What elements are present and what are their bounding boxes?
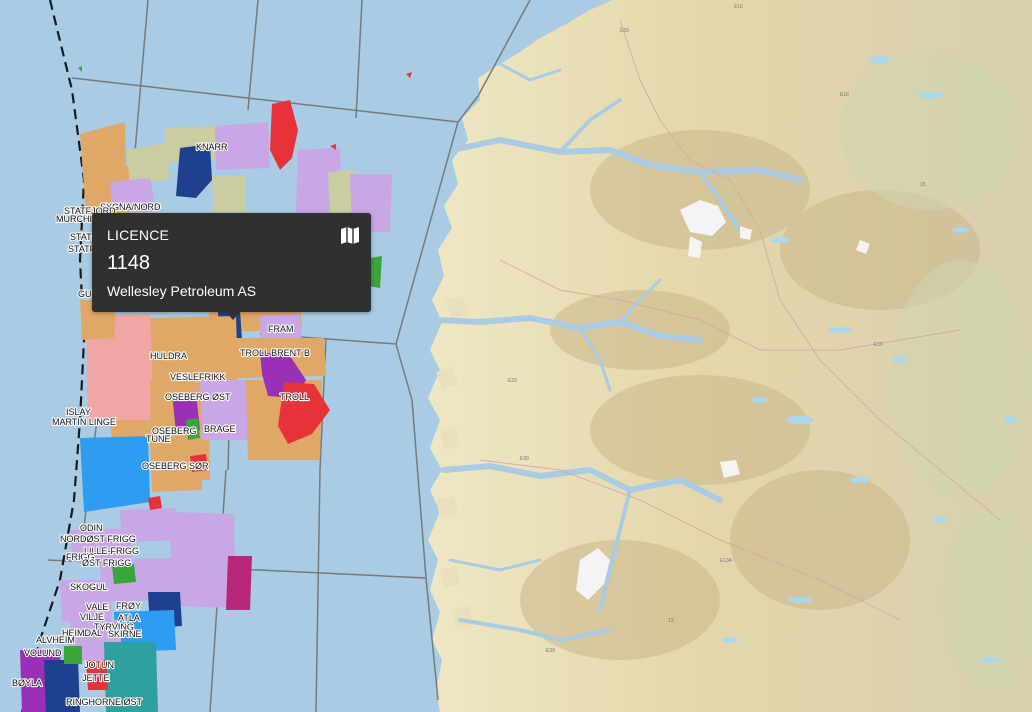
svg-text:E39: E39 bbox=[620, 28, 629, 34]
svg-text:15: 15 bbox=[920, 182, 926, 188]
field-label-frey: FRØY bbox=[116, 601, 141, 611]
field-label-alvheim: ALVHEIM bbox=[36, 635, 75, 645]
field-label-volund: VOLUND bbox=[24, 648, 62, 658]
field-label-oseberg-ost: OSEBERG ØST bbox=[165, 392, 231, 402]
licence-block bbox=[80, 436, 150, 512]
field-label-troll: TROLL bbox=[280, 392, 309, 402]
field-label-jette: JETTE bbox=[82, 673, 110, 683]
licence-block bbox=[212, 176, 246, 212]
field-label-boyla: BØYLA bbox=[12, 678, 42, 688]
field-label-huldra: HULDRA bbox=[150, 351, 187, 361]
field-label-fram: FRAM bbox=[268, 324, 294, 334]
licence-number: 1148 bbox=[107, 252, 151, 274]
svg-text:E16: E16 bbox=[874, 342, 883, 348]
svg-text:E16: E16 bbox=[840, 92, 849, 98]
field-label-ost-frigg: ØST FRIGG bbox=[82, 558, 131, 568]
popup-pointer bbox=[226, 312, 240, 320]
field-label-skogul: SKOGUL bbox=[70, 582, 108, 592]
licence-owner: Wellesley Petroleum AS bbox=[107, 283, 257, 299]
field-label-brage: BRAGE bbox=[204, 424, 236, 434]
svg-text:E39: E39 bbox=[546, 648, 555, 654]
map-canvas[interactable]: E16 E39 E16 15 E16 E39 E39 E134 E39 13 K… bbox=[0, 0, 1032, 712]
svg-text:E134: E134 bbox=[720, 558, 732, 564]
licence-popup: LICENCE 1148 Wellesley Petroleum AS bbox=[92, 213, 371, 320]
field-label-skirne: SKIRNE bbox=[108, 629, 142, 639]
licence-block bbox=[64, 646, 82, 664]
field-label-gullfaks: GU bbox=[78, 289, 92, 299]
svg-text:E39: E39 bbox=[520, 456, 529, 462]
svg-text:13: 13 bbox=[668, 618, 674, 624]
field-label-vilje: VILJE bbox=[80, 612, 104, 622]
field-label-jotun: JOTUN bbox=[84, 660, 114, 670]
popup-heading: LICENCE bbox=[107, 227, 170, 243]
licence-block bbox=[148, 496, 162, 510]
map-icon[interactable] bbox=[339, 224, 361, 246]
field-label-oseberg-sor: OSEBERG SØR bbox=[142, 461, 209, 471]
field-label-nordost-frigg: NORDØST FRIGG bbox=[60, 534, 136, 544]
field-label-ringhorne: RINGHORNE ØST bbox=[66, 697, 143, 707]
svg-text:E39: E39 bbox=[508, 378, 517, 384]
field-label-veslefrikk: VESLEFRIKK bbox=[170, 372, 226, 382]
field-label-martin-linge: MARTIN LINGE bbox=[52, 417, 116, 427]
field-label-vale: VALE bbox=[86, 602, 108, 612]
field-label-troll-brent: TROLL BRENT B bbox=[240, 348, 310, 358]
field-label-knarr: KNARR bbox=[196, 142, 228, 152]
svg-text:E16: E16 bbox=[734, 4, 743, 10]
field-label-odin: ODIN bbox=[80, 523, 103, 533]
field-label-islay: ISLAY bbox=[66, 407, 91, 417]
field-label-tune: TUNE bbox=[146, 434, 171, 444]
licence-block bbox=[226, 556, 252, 610]
